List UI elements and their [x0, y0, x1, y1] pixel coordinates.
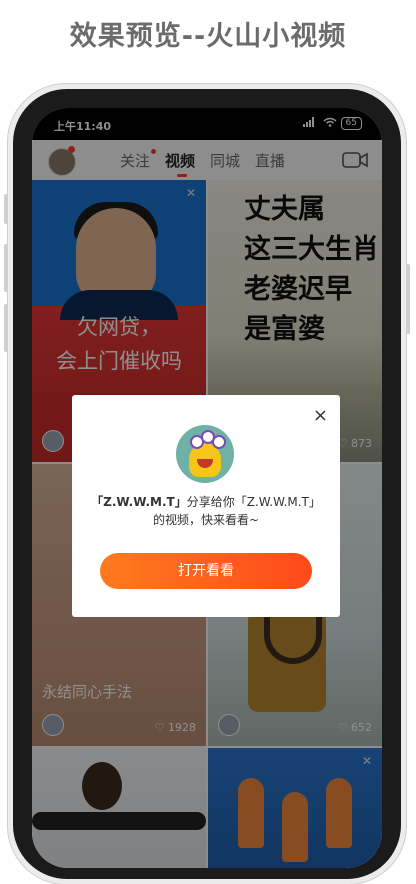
- phone-screen: 上午11:40 65 关注 视频 同城 直播 欠网贷， 会上门催收吗 ✕ 丈夫属…: [32, 108, 382, 868]
- mute-switch: [4, 194, 8, 224]
- share-message-end: 的视频，快来看看~: [152, 513, 260, 527]
- mascot-avatar: [176, 425, 234, 483]
- share-message: 「Z.W.W.M.T」分享给你「Z.W.W.M.T」的视频，快来看看~: [90, 493, 322, 529]
- close-icon[interactable]: ×: [313, 405, 328, 426]
- owner-name: 「Z.W.W.M.T」: [234, 495, 321, 509]
- mascot-eye: [212, 435, 226, 449]
- share-message-mid: 分享给你: [186, 495, 235, 509]
- share-dialog: × 「Z.W.W.M.T」分享给你「Z.W.W.M.T」的视频，快来看看~ 打开…: [72, 395, 340, 617]
- volume-up-button: [4, 244, 8, 292]
- phone-frame: 上午11:40 65 关注 视频 同城 直播 欠网贷， 会上门催收吗 ✕ 丈夫属…: [4, 84, 410, 884]
- open-video-button[interactable]: 打开看看: [100, 553, 312, 589]
- volume-down-button: [4, 304, 8, 352]
- power-button: [406, 264, 410, 334]
- page-title: 效果预览--火山小视频: [69, 21, 347, 52]
- sharer-name: 「Z.W.W.M.T」: [91, 495, 187, 509]
